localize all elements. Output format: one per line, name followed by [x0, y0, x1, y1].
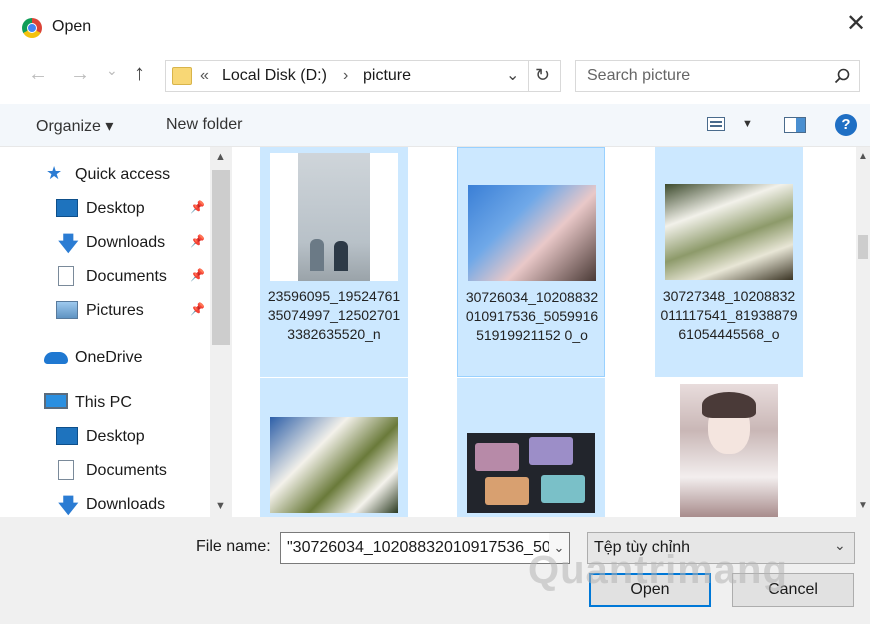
file-item[interactable]: 30727348_10208832011117541_8193887961054… [655, 147, 803, 377]
scroll-up-icon[interactable]: ▲ [215, 151, 226, 163]
help-icon[interactable]: ? [835, 114, 857, 136]
address-bar[interactable]: « Local Disk (D:) › picture ⌄ ↻ [165, 60, 561, 92]
chrome-icon [22, 18, 42, 38]
search-icon[interactable] [834, 68, 850, 84]
sidebar-scroll-thumb[interactable] [212, 170, 230, 345]
sidebar-item-label: Pictures [86, 302, 144, 319]
content-scroll-thumb[interactable] [858, 235, 868, 259]
file-item[interactable] [260, 378, 408, 517]
navigation-pane: ★ Quick access Desktop 📌 🡇 Downloads 📌 D… [0, 147, 232, 517]
file-name: 30727348_10208832011117541_8193887961054… [660, 288, 798, 342]
sidebar-item-pc-downloads[interactable]: 🡇 Downloads [0, 490, 210, 520]
file-item-selected[interactable]: 30726034_10208832010917536_5059916519199… [457, 147, 605, 377]
sidebar-item-label: OneDrive [75, 349, 143, 366]
file-thumbnail [665, 184, 793, 280]
breadcrumb-local-disk[interactable]: Local Disk (D:) [222, 67, 327, 85]
sidebar-item-label: Downloads [86, 234, 166, 251]
sidebar-item-documents[interactable]: Documents 📌 [0, 262, 210, 292]
file-item[interactable] [457, 378, 605, 517]
sidebar-item-quick-access[interactable]: ★ Quick access [0, 160, 210, 190]
sidebar-item-label: Documents [86, 462, 167, 479]
breadcrumb-overflow[interactable]: « [200, 67, 209, 85]
file-list: 23596095_1952476135074997_12502701338263… [232, 147, 858, 517]
document-icon [58, 460, 74, 480]
desktop-icon [56, 199, 78, 217]
sidebar-item-pc-documents[interactable]: Documents [0, 456, 210, 486]
sidebar-item-onedrive[interactable]: OneDrive [0, 343, 210, 373]
sidebar-item-label: Desktop [86, 200, 145, 217]
file-item[interactable]: 23596095_1952476135074997_12502701338263… [260, 147, 408, 377]
file-name-input[interactable]: "30726034_10208832010917536_50 ⌄ [280, 532, 570, 564]
folder-icon [172, 67, 192, 85]
address-dropdown-button[interactable]: ⌄ [506, 65, 519, 85]
watermark: Quantrimang [528, 548, 788, 592]
sidebar-item-pictures[interactable]: Pictures 📌 [0, 296, 210, 326]
file-thumbnail [680, 384, 778, 517]
up-button[interactable]: ↑ [134, 60, 145, 86]
preview-pane-icon[interactable] [784, 117, 806, 133]
view-dropdown-icon[interactable]: ▼ [742, 118, 753, 130]
scroll-down-icon[interactable]: ▼ [858, 500, 868, 511]
view-options-icon[interactable] [707, 117, 725, 131]
computer-icon [44, 393, 68, 409]
sidebar-item-pc-desktop[interactable]: Desktop [0, 422, 210, 452]
breadcrumb-picture[interactable]: picture [363, 67, 411, 85]
file-item[interactable] [655, 378, 803, 517]
search-box[interactable]: Search picture [575, 60, 860, 92]
pictures-icon [56, 301, 78, 319]
sidebar-item-label: Quick access [75, 166, 171, 183]
file-thumbnail [467, 433, 595, 513]
sidebar-item-label: Desktop [86, 428, 145, 445]
content-scrollbar[interactable] [856, 147, 870, 517]
window-title: Open [52, 18, 92, 35]
desktop-icon [56, 427, 78, 445]
sidebar-item-this-pc[interactable]: This PC [0, 388, 210, 418]
file-name: 30726034_10208832010917536_5059916519199… [465, 289, 599, 343]
forward-button[interactable]: → [70, 63, 90, 86]
scroll-down-icon[interactable]: ▼ [215, 500, 226, 512]
file-thumbnail [468, 185, 596, 281]
breadcrumb-separator[interactable]: › [343, 67, 348, 85]
sidebar-item-label: This PC [75, 394, 132, 411]
back-button[interactable]: ← [28, 63, 48, 86]
title-bar: Open ✕ [0, 0, 870, 54]
address-divider [528, 61, 529, 91]
sidebar-item-desktop[interactable]: Desktop 📌 [0, 194, 210, 224]
download-arrow-icon: 🡇 [58, 233, 79, 255]
download-arrow-icon: 🡇 [58, 495, 79, 517]
sidebar-item-downloads[interactable]: 🡇 Downloads 📌 [0, 228, 210, 258]
organize-button[interactable]: Organize ▾ [36, 116, 113, 136]
file-name-label: File name: [196, 538, 271, 555]
pin-icon: 📌 [190, 268, 205, 282]
sidebar-item-label: Documents [86, 268, 167, 285]
pin-icon: 📌 [190, 302, 205, 316]
pin-icon: 📌 [190, 200, 205, 214]
recent-locations-button[interactable]: ⌄ [106, 62, 118, 79]
command-bar: Organize ▾ New folder ▼ ? [0, 104, 870, 147]
star-icon: ★ [46, 163, 63, 183]
cloud-icon [44, 352, 68, 364]
chevron-down-icon: ⌄ [834, 537, 846, 553]
scroll-up-icon[interactable]: ▲ [858, 151, 868, 162]
file-name: 23596095_1952476135074997_12502701338263… [267, 288, 401, 342]
new-folder-button[interactable]: New folder [166, 116, 242, 134]
document-icon [58, 266, 74, 286]
file-thumbnail [270, 153, 398, 281]
sidebar-item-label: Downloads [86, 496, 166, 513]
close-icon[interactable]: ✕ [846, 12, 866, 36]
search-input[interactable]: Search picture [587, 67, 690, 85]
file-thumbnail [270, 417, 398, 513]
file-name-value: "30726034_10208832010917536_50 [287, 539, 551, 556]
refresh-icon[interactable]: ↻ [535, 65, 550, 86]
pin-icon: 📌 [190, 234, 205, 248]
